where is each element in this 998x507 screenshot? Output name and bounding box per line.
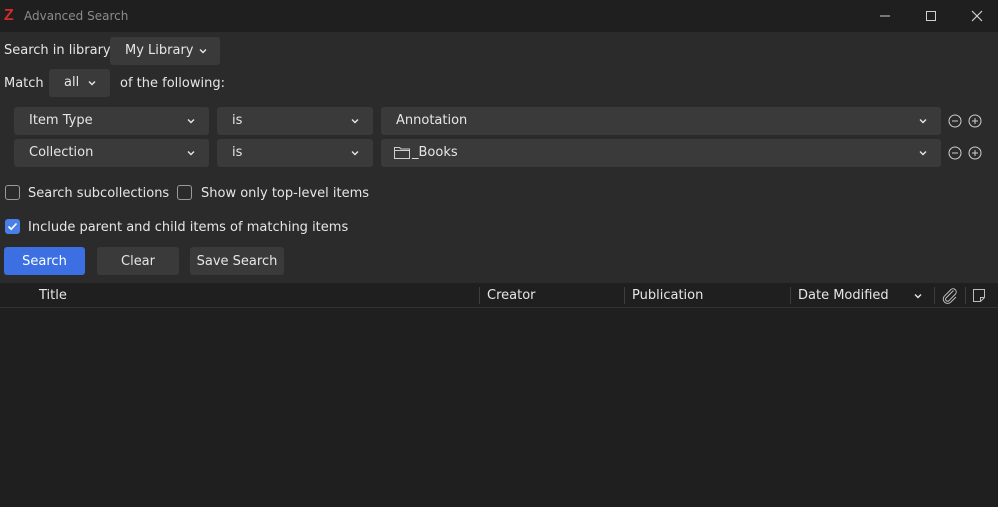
save-search-button[interactable]: Save Search <box>190 247 284 275</box>
search-subcollections-checkbox[interactable] <box>5 185 20 200</box>
show-top-level-checkbox[interactable] <box>177 185 192 200</box>
chevron-down-icon <box>199 49 207 54</box>
remove-condition-button[interactable] <box>948 114 962 128</box>
minimize-button[interactable] <box>862 0 908 32</box>
match-dropdown[interactable]: all <box>49 69 110 97</box>
include-parent-child-label: Include parent and child items of matchi… <box>28 220 349 235</box>
condition-operator-dropdown[interactable]: is <box>217 139 373 167</box>
paperclip-icon[interactable] <box>941 287 959 304</box>
condition-field-value: Item Type <box>29 113 93 128</box>
results-column-header: Title Creator Publication Date Modified <box>0 283 998 308</box>
chevron-down-icon <box>187 119 195 124</box>
close-icon <box>971 10 983 22</box>
library-dropdown-value: My Library <box>125 43 194 58</box>
sort-chevron-down-icon[interactable] <box>913 291 923 301</box>
add-condition-button[interactable] <box>968 114 982 128</box>
chevron-down-icon <box>351 119 359 124</box>
chevron-down-icon <box>351 151 359 156</box>
maximize-button[interactable] <box>908 0 954 32</box>
chevron-down-icon <box>88 81 96 86</box>
condition-field-dropdown[interactable]: Collection <box>14 139 209 167</box>
column-divider[interactable] <box>965 287 966 304</box>
maximize-icon <box>926 11 936 21</box>
title-bar: Z Advanced Search <box>0 0 998 32</box>
condition-operator-value: is <box>232 113 243 128</box>
condition-operator-value: is <box>232 145 243 160</box>
search-panel: Search in library: My Library Match all … <box>0 32 998 283</box>
condition-value: _Books <box>412 145 458 160</box>
folder-icon <box>394 147 410 159</box>
close-button[interactable] <box>954 0 998 32</box>
results-list[interactable] <box>0 308 998 507</box>
remove-condition-button[interactable] <box>948 146 962 160</box>
condition-value-dropdown[interactable]: _Books <box>381 139 941 167</box>
minimize-icon <box>880 15 890 17</box>
window-title: Advanced Search <box>24 9 129 23</box>
search-subcollections-label: Search subcollections <box>28 186 170 201</box>
condition-field-value: Collection <box>29 145 94 160</box>
library-dropdown[interactable]: My Library <box>110 37 220 65</box>
zotero-logo-icon: Z <box>4 7 14 24</box>
chevron-down-icon <box>187 151 195 156</box>
search-button[interactable]: Search <box>4 247 85 275</box>
match-dropdown-value: all <box>64 75 80 90</box>
note-icon[interactable] <box>971 287 987 304</box>
column-date-modified[interactable]: Date Modified <box>798 288 889 303</box>
column-divider[interactable] <box>624 287 625 304</box>
checkmark-icon <box>7 222 18 231</box>
match-label: Match <box>4 76 44 91</box>
show-top-level-label: Show only top-level items <box>201 186 370 201</box>
condition-operator-dropdown[interactable]: is <box>217 107 373 135</box>
column-divider[interactable] <box>479 287 480 304</box>
chevron-down-icon <box>919 151 927 156</box>
column-publication[interactable]: Publication <box>632 288 703 303</box>
column-divider[interactable] <box>790 287 791 304</box>
condition-value-dropdown[interactable]: Annotation <box>381 107 941 135</box>
column-creator[interactable]: Creator <box>487 288 536 303</box>
clear-button[interactable]: Clear <box>97 247 179 275</box>
match-suffix-label: of the following: <box>120 76 225 91</box>
search-in-library-label: Search in library: <box>4 43 115 58</box>
add-condition-button[interactable] <box>968 146 982 160</box>
chevron-down-icon <box>919 119 927 124</box>
column-divider[interactable] <box>934 287 935 304</box>
condition-value: Annotation <box>396 113 468 128</box>
include-parent-child-checkbox[interactable] <box>5 219 20 234</box>
condition-field-dropdown[interactable]: Item Type <box>14 107 209 135</box>
column-title[interactable]: Title <box>39 288 67 303</box>
